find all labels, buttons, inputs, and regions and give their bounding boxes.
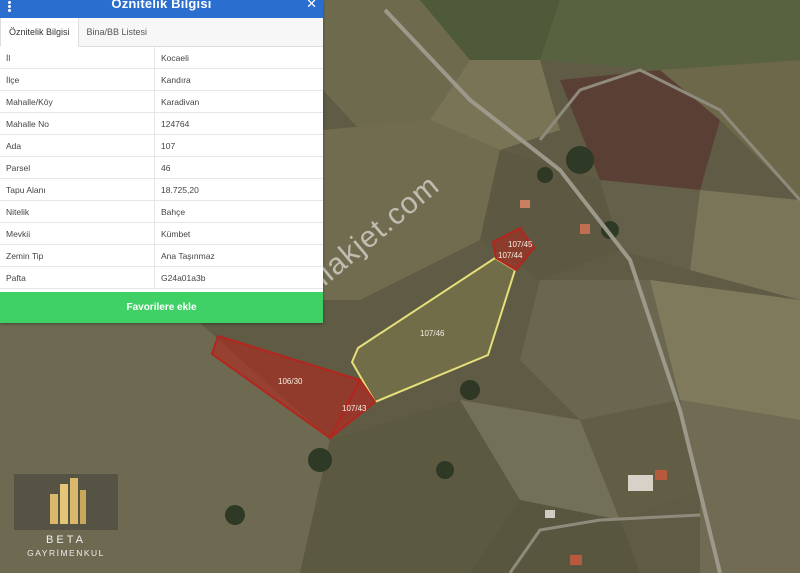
company-logo: BETA GAYRİMENKUL (14, 470, 118, 558)
attr-value: Bahçe (154, 200, 323, 223)
table-row: Ada 107 (0, 134, 323, 157)
logo-emblem (14, 474, 118, 530)
close-icon[interactable]: ✕ (306, 0, 317, 12)
attr-value: 46 (154, 156, 323, 179)
attr-key: Ada (0, 134, 155, 157)
parcel-label-107-43: 107/43 (342, 404, 367, 413)
logo-text-primary: BETA (46, 534, 86, 546)
attr-value: Kandıra (154, 68, 323, 91)
panel-tabs: Öznitelik Bilgisi Bina/BB Listesi (0, 17, 323, 47)
add-to-favorites-button[interactable]: Favorilere ekle (0, 292, 323, 323)
table-row: Mahalle/Köy Karadivan (0, 90, 323, 113)
attr-value: 18.725,20 (154, 178, 323, 201)
panel-title: Öznitelik Bilgisi (111, 0, 212, 11)
attr-value: G24a01a3b (154, 266, 323, 289)
attr-value: 107 (154, 134, 323, 157)
attr-key: Zemin Tip (0, 244, 155, 267)
table-row: Zemin Tip Ana Taşınmaz (0, 244, 323, 267)
table-row: Nitelik Bahçe (0, 200, 323, 223)
table-row: İl Kocaeli (0, 47, 323, 69)
table-row: Tapu Alanı 18.725,20 (0, 178, 323, 201)
table-row: Pafta G24a01a3b (0, 266, 323, 289)
table-row: Parsel 46 (0, 156, 323, 179)
tab-building-list[interactable]: Bina/BB Listesi (79, 18, 156, 46)
parcel-label-107-46: 107/46 (420, 329, 445, 338)
attr-key: Tapu Alanı (0, 178, 155, 201)
logo-text-secondary: GAYRİMENKUL (27, 548, 105, 558)
attr-value: Kocaeli (154, 47, 323, 69)
attr-key: Nitelik (0, 200, 155, 223)
building-icon (50, 478, 86, 524)
attr-key: Mevkii (0, 222, 155, 245)
attr-key: Pafta (0, 266, 155, 289)
attr-value: Karadivan (154, 90, 323, 113)
tab-attribute-info[interactable]: Öznitelik Bilgisi (0, 17, 79, 47)
table-row: İlçe Kandıra (0, 68, 323, 91)
parcel-label-106-30: 106/30 (278, 377, 303, 386)
attribute-panel: Öznitelik Bilgisi ✕ Öznitelik Bilgisi Bi… (0, 0, 323, 323)
attribute-table: İl Kocaeli İlçe Kandıra Mahalle/Köy Karadiv… (0, 47, 323, 289)
parcel-label-107-44: 107/44 (498, 251, 523, 260)
parcel-label-107-45: 107/45 (508, 240, 533, 249)
attr-value: Ana Taşınmaz (154, 244, 323, 267)
attr-key: İlçe (0, 68, 155, 91)
attr-key: Mahalle/Köy (0, 90, 155, 113)
table-row: Mevkii Kümbet (0, 222, 323, 245)
attr-key: Mahalle No (0, 112, 155, 135)
attr-key: Parsel (0, 156, 155, 179)
panel-header: Öznitelik Bilgisi ✕ (0, 0, 323, 18)
attr-value: 124764 (154, 112, 323, 135)
table-row: Mahalle No 124764 (0, 112, 323, 135)
attr-key: İl (0, 47, 155, 69)
attr-value: Kümbet (154, 222, 323, 245)
